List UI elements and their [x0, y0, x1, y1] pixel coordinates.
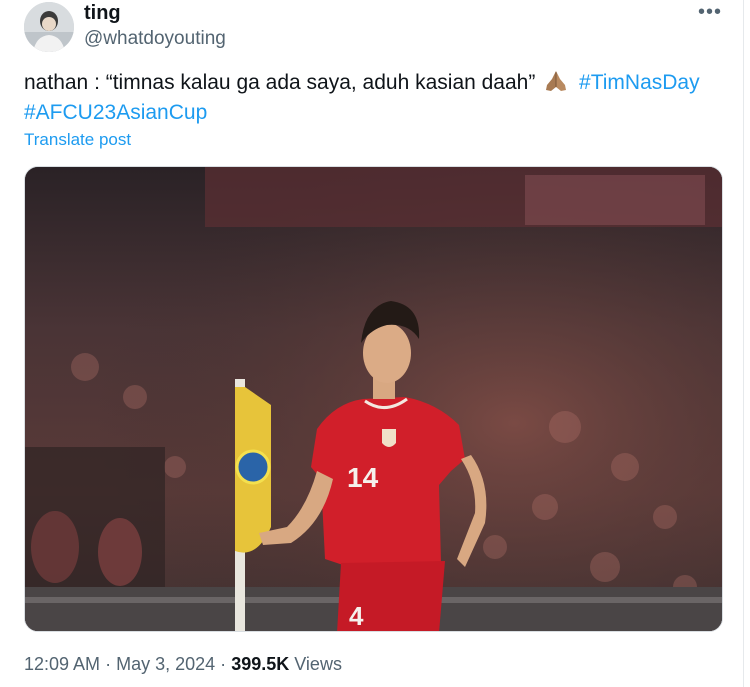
views-count: 399.5K [231, 654, 290, 674]
tweet-body: nathan : “timnas kalau ga ada saya, aduh… [24, 71, 536, 94]
more-horizontal-icon: ••• [697, 1, 722, 23]
shorts-number: 4 [349, 601, 364, 631]
card-border [743, 0, 744, 687]
tweet-text: nathan : “timnas kalau ga ada saya, aduh… [24, 68, 724, 128]
more-options-button[interactable]: ••• [698, 2, 722, 22]
jersey-number: 14 [347, 462, 379, 493]
tweet-date[interactable]: May 3, 2024 [116, 654, 215, 674]
football-player-photo: 14 4 [25, 167, 722, 631]
tweet-card: ting @whatdoyouting ••• nathan : “timnas… [0, 0, 750, 687]
author-display-name[interactable]: ting [84, 2, 121, 25]
translate-post-link[interactable]: Translate post [24, 130, 131, 150]
folded-hands-emoji [546, 71, 567, 91]
tweet-photo[interactable]: 14 4 [24, 166, 723, 632]
views-label: Views [294, 654, 342, 674]
hashtag-timnasday[interactable]: #TimNasDay [579, 71, 700, 94]
meta-separator: · [220, 654, 227, 674]
tweet-time[interactable]: 12:09 AM [24, 654, 100, 674]
avatar[interactable] [24, 2, 74, 52]
meta-separator: · [105, 654, 112, 674]
hashtag-afcu23asiancup[interactable]: #AFCU23AsianCup [24, 101, 207, 124]
tweet-meta: 12:09 AM · May 3, 2024 · 399.5K Views [24, 654, 342, 675]
author-handle[interactable]: @whatdoyouting [84, 28, 226, 50]
